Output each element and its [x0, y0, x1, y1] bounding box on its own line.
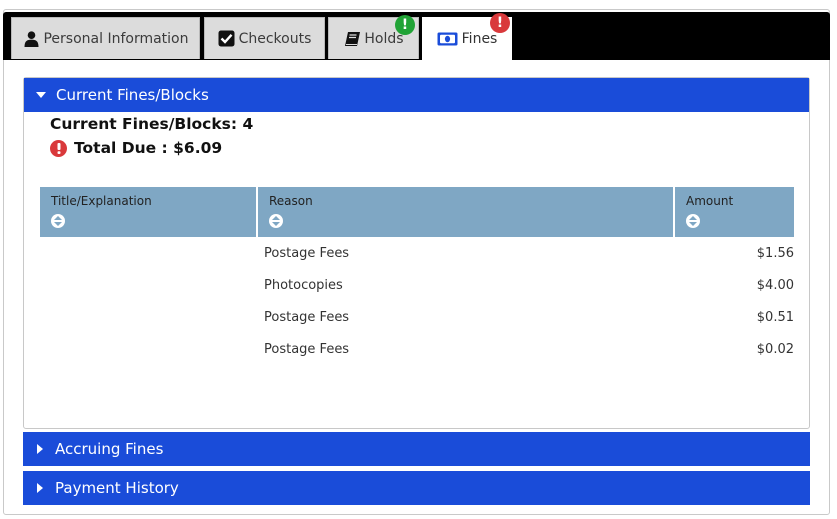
sort-icon[interactable]	[269, 214, 283, 228]
money-icon	[437, 30, 459, 48]
current-fines-header[interactable]: Current Fines/Blocks	[24, 78, 809, 112]
table-row: Postage Fees $1.56	[40, 237, 794, 269]
tab-label: Fines	[461, 31, 498, 47]
tab-label: Personal Information	[43, 30, 189, 47]
panel-title: Current Fines/Blocks	[56, 86, 209, 104]
exclamation-circle-icon	[50, 139, 67, 157]
column-label: Title/Explanation	[51, 194, 152, 208]
book-icon	[343, 30, 361, 48]
table-row: Postage Fees $0.02	[40, 333, 794, 365]
sort-icon[interactable]	[686, 214, 700, 228]
checkbox-icon	[218, 30, 236, 48]
cell-reason: Postage Fees	[264, 245, 350, 261]
fines-table: Title/Explanation Reason Amount Postage …	[40, 187, 794, 365]
column-label: Reason	[269, 194, 313, 208]
fines-count: Current Fines/Blocks: 4	[50, 115, 254, 133]
column-header-amount[interactable]: Amount	[675, 187, 794, 237]
fines-summary: Current Fines/Blocks: 4 Total Due : $6.0…	[50, 112, 253, 160]
table-row: Photocopies $4.00	[40, 269, 794, 301]
cell-amount: $0.02	[756, 341, 794, 357]
current-fines-panel: Current Fines/Blocks Current Fines/Block…	[23, 77, 810, 429]
column-header-reason[interactable]: Reason	[258, 187, 675, 237]
tab-checkouts[interactable]: Checkouts	[204, 17, 325, 59]
cell-reason: Postage Fees	[264, 341, 350, 357]
payment-history-panel: Payment History	[23, 471, 810, 506]
total-due-text: Total Due : $6.09	[74, 139, 223, 157]
sort-icon[interactable]	[51, 214, 65, 228]
column-header-title[interactable]: Title/Explanation	[40, 187, 258, 237]
cell-reason: Postage Fees	[264, 309, 350, 325]
panel-title: Payment History	[55, 479, 179, 497]
total-due: Total Due : $6.09	[50, 136, 253, 160]
accruing-fines-panel: Accruing Fines	[23, 432, 810, 467]
payment-history-header[interactable]: Payment History	[23, 471, 810, 505]
cell-amount: $0.51	[756, 309, 794, 325]
caret-down-icon	[34, 92, 48, 98]
table-header: Title/Explanation Reason Amount	[40, 187, 794, 237]
cell-reason: Photocopies	[264, 277, 343, 293]
panel-title: Accruing Fines	[55, 440, 164, 458]
caret-right-icon	[33, 483, 47, 493]
table-row: Postage Fees $0.51	[40, 301, 794, 333]
cell-amount: $4.00	[756, 277, 794, 293]
fines-alert-badge: !	[490, 13, 510, 33]
user-icon	[22, 30, 40, 48]
column-label: Amount	[686, 194, 734, 208]
cell-amount: $1.56	[756, 245, 794, 261]
tab-personal-information[interactable]: Personal Information	[11, 17, 200, 59]
caret-right-icon	[33, 444, 47, 454]
holds-alert-badge: !	[395, 15, 415, 35]
tab-label: Holds	[364, 30, 404, 47]
tab-label: Checkouts	[238, 30, 312, 47]
accruing-fines-header[interactable]: Accruing Fines	[23, 432, 810, 466]
